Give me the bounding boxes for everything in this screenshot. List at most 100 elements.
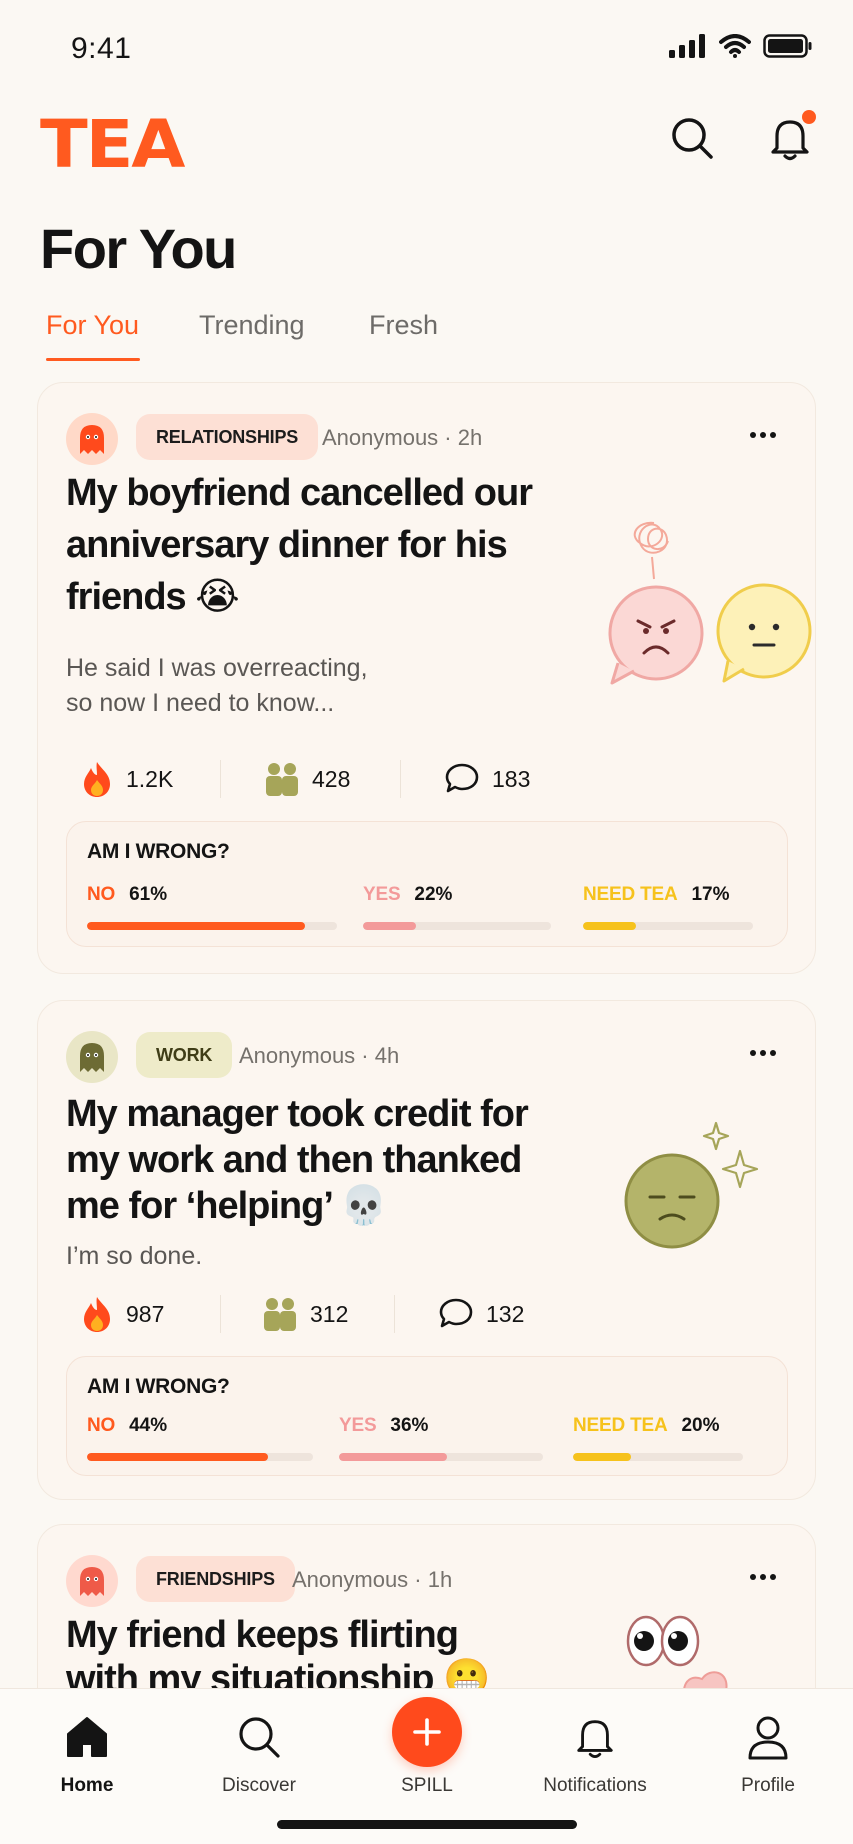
nav-profile[interactable]: Profile: [693, 1707, 843, 1797]
ghost-avatar-icon: [80, 1567, 104, 1596]
option-label: NO: [87, 1415, 116, 1436]
tab-fresh[interactable]: Fresh: [369, 310, 438, 341]
active-tab-indicator: [46, 358, 140, 361]
post-card[interactable]: WORK Anonymous · 4h My manager took cred…: [37, 1000, 816, 1500]
option-bar-fill: [573, 1453, 631, 1461]
people-stat[interactable]: 428: [264, 754, 350, 804]
battery-icon: [763, 34, 812, 58]
option-label: YES: [363, 884, 401, 905]
fire-icon: [84, 1297, 110, 1332]
category-chip[interactable]: FRIENDSHIPS: [136, 1556, 295, 1602]
emotion-illustration: [608, 521, 812, 685]
poll-option-no[interactable]: NO 61%: [87, 884, 337, 930]
notification-dot: [802, 110, 816, 124]
poll-option-no[interactable]: NO 44%: [87, 1415, 313, 1461]
nav-label: Profile: [741, 1775, 795, 1796]
option-bar-track: [87, 922, 337, 930]
option-bar-fill: [87, 1453, 268, 1461]
wifi-icon: [719, 34, 751, 58]
comment-icon: [439, 1298, 473, 1328]
poll: AM I WRONG? NO 44% YES 36% NEED TEA 20%: [66, 1356, 788, 1476]
avatar[interactable]: [66, 1031, 118, 1083]
neutral-face-icon: [716, 583, 812, 683]
nav-home[interactable]: Home: [12, 1707, 162, 1797]
poll-title: AM I WRONG?: [87, 840, 230, 863]
option-percent: 22%: [414, 884, 453, 905]
post-body-line: so now I need to know...: [66, 689, 335, 717]
option-percent: 44%: [129, 1415, 168, 1436]
comment-count: 132: [486, 1300, 525, 1327]
people-count: 428: [312, 765, 351, 792]
post-title-line: my work and then thanked: [66, 1139, 522, 1181]
nav-spill[interactable]: SPILL: [352, 1697, 502, 1797]
post-meta: Anonymous · 2h: [322, 425, 483, 450]
post-stats: 1.2K 428 183: [38, 754, 815, 804]
nav-label: Home: [60, 1775, 114, 1796]
post-title: My boyfriend cancelled our anniversary d…: [66, 467, 533, 623]
fire-stat[interactable]: 987: [80, 1289, 164, 1339]
post-card[interactable]: RELATIONSHIPS Anonymous · 2h My boyfrien…: [37, 382, 816, 974]
option-percent: 17%: [691, 884, 730, 905]
poll-option-yes[interactable]: YES 22%: [363, 884, 551, 930]
post-title: My manager took credit for my work and t…: [66, 1091, 529, 1229]
avatar[interactable]: [66, 1555, 118, 1607]
annoyed-illustration: [624, 1121, 759, 1249]
tab-for-you[interactable]: For You: [46, 310, 139, 341]
signal-icon: [669, 34, 705, 58]
category-chip[interactable]: RELATIONSHIPS: [136, 414, 319, 460]
post-title-line: My manager took credit for: [66, 1093, 529, 1135]
eyes-icon: [626, 1615, 700, 1667]
post-body-line: I’m so done.: [66, 1242, 203, 1270]
option-bar-track: [363, 922, 551, 930]
post-stats: 987 312 132: [38, 1289, 815, 1339]
fire-icon: [84, 762, 110, 797]
search-icon: [672, 118, 713, 159]
nav-notifications[interactable]: Notifications: [520, 1707, 670, 1797]
comment-count: 183: [492, 765, 531, 792]
option-label: NO: [87, 884, 116, 905]
ghost-avatar-icon: [80, 1043, 104, 1072]
status-icons: [669, 34, 813, 58]
avatar[interactable]: [66, 413, 118, 465]
more-options-button[interactable]: [745, 1035, 781, 1071]
comment-icon: [445, 763, 479, 793]
header-notifications-button[interactable]: [762, 110, 818, 166]
post-body-line: He said I was overreacting,: [66, 654, 368, 682]
people-count: 312: [310, 1300, 349, 1327]
comment-stat[interactable]: 183: [444, 754, 530, 804]
post-title-line: friends 😭: [66, 576, 240, 618]
option-percent: 61%: [129, 884, 168, 905]
status-time: 9:41: [71, 32, 132, 65]
nav-label: Notifications: [543, 1775, 647, 1796]
comment-stat[interactable]: 132: [438, 1289, 524, 1339]
poll-option-need-tea[interactable]: NEED TEA 17%: [583, 884, 753, 930]
plus-icon: [413, 1718, 441, 1746]
angry-face-icon: [608, 585, 704, 685]
post-title-line: My friend keeps flirting: [66, 1614, 459, 1656]
more-options-button[interactable]: [745, 417, 781, 453]
header-search-button[interactable]: [664, 110, 720, 166]
category-chip[interactable]: WORK: [136, 1032, 233, 1078]
bell-icon: [577, 1720, 613, 1759]
tab-trending[interactable]: Trending: [199, 310, 305, 341]
poll-option-need-tea[interactable]: NEED TEA 20%: [573, 1415, 743, 1461]
spill-button[interactable]: [392, 1697, 462, 1767]
fire-stat[interactable]: 1.2K: [80, 754, 173, 804]
post-title-line: anniversary dinner for his: [66, 524, 508, 566]
option-bar-fill: [583, 922, 636, 930]
app-header: TEA: [0, 100, 853, 190]
option-bar-fill: [87, 922, 305, 930]
fire-count: 1.2K: [126, 765, 174, 792]
home-indicator: [277, 1820, 577, 1829]
people-stat[interactable]: 312: [262, 1289, 348, 1339]
option-bar-fill: [339, 1453, 447, 1461]
more-options-button[interactable]: [745, 1559, 781, 1595]
poll-option-yes[interactable]: YES 36%: [339, 1415, 543, 1461]
post-title-line: My boyfriend cancelled our: [66, 472, 533, 514]
option-bar-track: [87, 1453, 313, 1461]
nav-label: SPILL: [401, 1775, 453, 1796]
search-icon: [239, 1717, 280, 1758]
option-bar-fill: [363, 922, 417, 930]
option-percent: 20%: [681, 1415, 720, 1436]
nav-discover[interactable]: Discover: [184, 1707, 334, 1797]
